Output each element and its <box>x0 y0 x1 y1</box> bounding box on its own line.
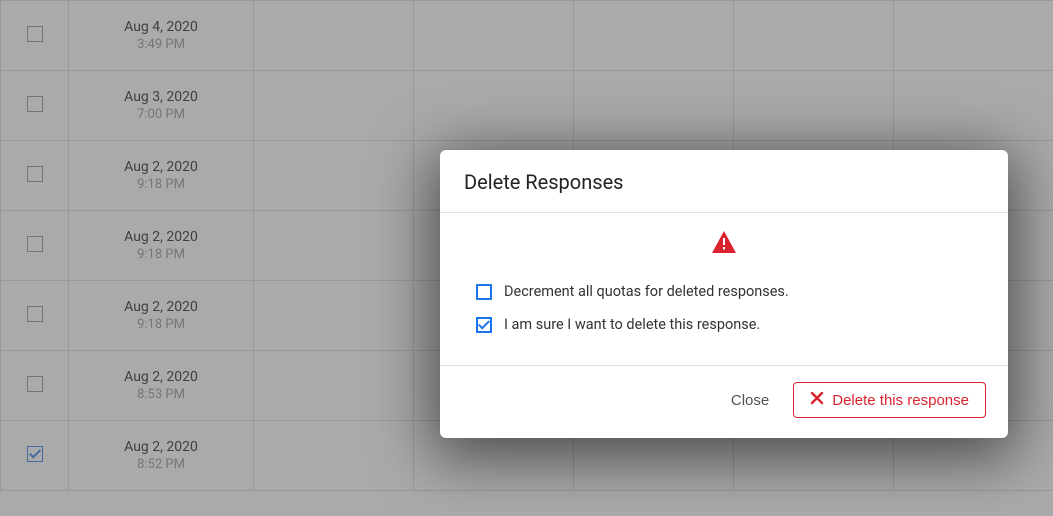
decrement-quotas-option[interactable]: Decrement all quotas for deleted respons… <box>464 275 984 308</box>
decrement-quotas-label: Decrement all quotas for deleted respons… <box>504 283 789 300</box>
confirm-delete-label: I am sure I want to delete this response… <box>504 316 760 333</box>
delete-response-button[interactable]: Delete this response <box>793 382 986 418</box>
confirm-delete-option[interactable]: I am sure I want to delete this response… <box>464 308 984 341</box>
delete-button-label: Delete this response <box>832 392 969 409</box>
close-x-icon <box>810 391 824 409</box>
decrement-quotas-checkbox[interactable] <box>476 284 492 300</box>
dialog-body: Decrement all quotas for deleted respons… <box>440 213 1008 365</box>
delete-responses-dialog: Delete Responses Decrement all quotas fo… <box>440 150 1008 438</box>
close-button[interactable]: Close <box>717 384 783 417</box>
confirm-delete-checkbox[interactable] <box>476 317 492 333</box>
dialog-title: Delete Responses <box>464 170 984 194</box>
dialog-header: Delete Responses <box>440 150 1008 213</box>
dialog-footer: Close Delete this response <box>440 365 1008 438</box>
warning-icon <box>464 231 984 257</box>
